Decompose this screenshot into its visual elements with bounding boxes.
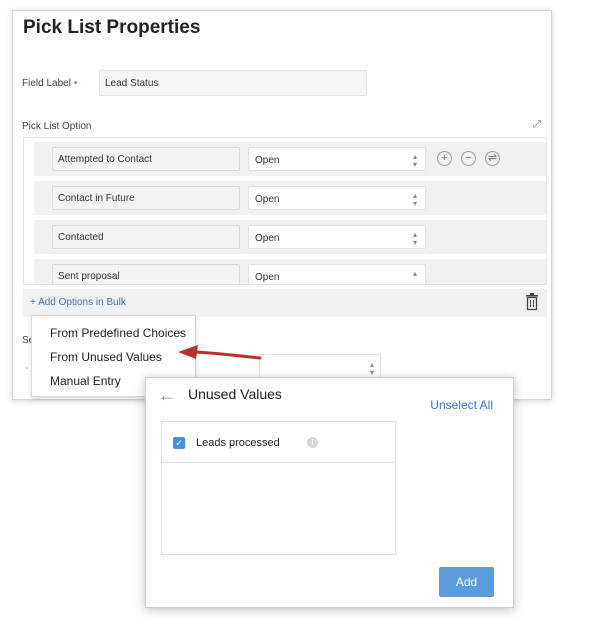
trash-icon[interactable] <box>525 293 539 311</box>
option-row: Sent proposal Open ▴ <box>34 259 546 284</box>
background-field-placeholder: - <box>25 363 29 374</box>
option-row: Attempted to Contact Open ▴ ▾ + − ⇌ <box>34 142 546 176</box>
option-name-input[interactable]: Contact in Future <box>52 186 240 210</box>
add-option-icon[interactable]: + <box>437 151 452 166</box>
option-status-select[interactable]: Open ▴ ▾ <box>248 186 426 210</box>
option-status-select[interactable]: Open ▴ <box>248 264 426 284</box>
option-status-select[interactable]: Open ▴ ▾ <box>248 225 426 249</box>
select-arrows-icon: ▴ ▾ <box>412 191 417 208</box>
unused-values-dialog: ← Unused Values Unselect All ✓ Leads pro… <box>145 377 514 608</box>
bulk-options-bar: + Add Options in Bulk <box>23 289 547 317</box>
menu-item-manual-entry[interactable]: Manual Entry <box>50 374 121 388</box>
required-mark: • <box>73 78 78 89</box>
checkbox-checked[interactable]: ✓ <box>173 437 185 449</box>
add-options-in-bulk-link[interactable]: + Add Options in Bulk <box>30 297 126 308</box>
list-item[interactable]: ✓ Leads processed i <box>162 422 395 463</box>
pointer-arrow <box>178 345 262 360</box>
select-arrows-icon: ▴ ▾ <box>412 152 417 169</box>
dialog-title: Unused Values <box>188 386 282 402</box>
option-row: Contacted Open ▴ ▾ <box>34 220 546 254</box>
add-button[interactable]: Add <box>439 567 494 597</box>
expand-icon[interactable]: ⤢ <box>533 119 541 130</box>
menu-item-predefined-choices[interactable]: From Predefined Choices <box>50 326 186 340</box>
option-name-input[interactable]: Sent proposal <box>52 264 240 284</box>
background-select[interactable]: ▴ ▾ <box>259 354 381 378</box>
option-name-input[interactable]: Attempted to Contact <box>52 147 240 171</box>
remove-option-icon[interactable]: − <box>461 151 476 166</box>
panel-title: Pick List Properties <box>23 17 201 38</box>
option-status-value: Open <box>255 155 280 166</box>
value-label: Leads processed <box>196 437 280 449</box>
option-name-input[interactable]: Contacted <box>52 225 240 249</box>
field-label-text: Field Label <box>22 78 71 89</box>
option-status-value: Open <box>255 194 280 205</box>
select-arrows-icon: ▴ <box>412 269 417 278</box>
select-arrows-icon: ▴ ▾ <box>412 230 417 247</box>
unused-values-list: ✓ Leads processed i <box>161 421 396 555</box>
menu-item-unused-values[interactable]: From Unused Values <box>50 350 162 364</box>
reorder-option-icon[interactable]: ⇌ <box>485 151 500 166</box>
select-arrows-icon: ▴ ▾ <box>369 360 374 377</box>
pick-list-option-label: Pick List Option <box>22 121 92 132</box>
field-label-input[interactable]: Lead Status <box>99 70 367 96</box>
option-status-value: Open <box>255 272 280 283</box>
option-status-select[interactable]: Open ▴ ▾ <box>248 147 426 171</box>
unselect-all-link[interactable]: Unselect All <box>430 398 493 412</box>
options-list[interactable]: Attempted to Contact Open ▴ ▾ + − ⇌ Contac… <box>23 137 547 285</box>
option-row: Contact in Future Open ▴ ▾ <box>34 181 546 215</box>
field-label: Field Label • <box>22 78 77 89</box>
info-icon[interactable]: i <box>307 437 318 448</box>
back-arrow-icon[interactable]: ← <box>158 386 176 404</box>
option-status-value: Open <box>255 233 280 244</box>
